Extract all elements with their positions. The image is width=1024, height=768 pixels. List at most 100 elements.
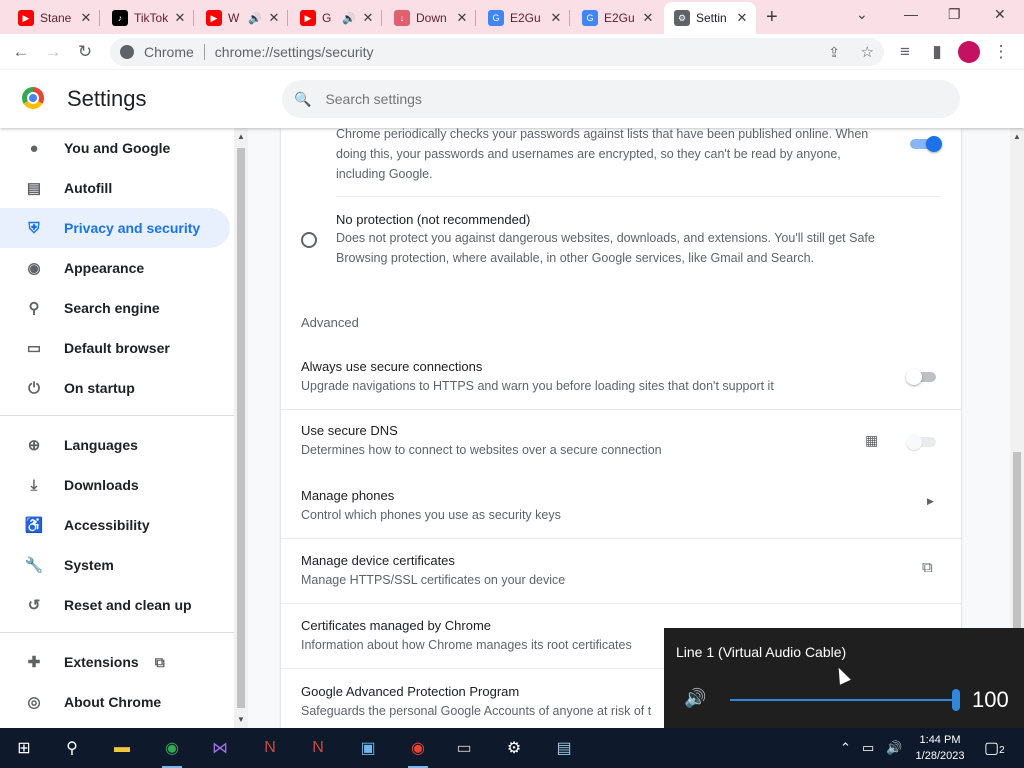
network-icon[interactable]: ▭ bbox=[862, 740, 874, 756]
new-tab-button[interactable]: + bbox=[766, 6, 778, 29]
scroll-up-icon[interactable]: ▲ bbox=[237, 132, 245, 141]
chevron-up-icon[interactable]: ⌃ bbox=[840, 740, 851, 756]
manage-certificates-row[interactable]: Manage device certificates Manage HTTPS/… bbox=[281, 539, 961, 603]
volume-slider[interactable] bbox=[730, 699, 960, 701]
scrollbar-thumb[interactable] bbox=[1013, 452, 1021, 632]
youtube-icon: ▶ bbox=[206, 10, 222, 26]
app-n-icon[interactable]: N bbox=[258, 736, 282, 760]
section-heading: Advanced bbox=[301, 315, 359, 330]
sidebar-item-privacy-and-security[interactable]: ⛨ Privacy and security bbox=[0, 208, 230, 248]
tab[interactable]: ▶ G 🔊 ✕ bbox=[290, 2, 382, 34]
audio-icon[interactable]: 🔊 bbox=[342, 12, 356, 25]
tab[interactable]: ↓ Down ✕ bbox=[384, 2, 476, 34]
tab[interactable]: ▶ W 🔊 ✕ bbox=[196, 2, 288, 34]
password-check-toggle[interactable] bbox=[910, 136, 942, 152]
app-n-icon[interactable]: N bbox=[306, 736, 330, 760]
menu-icon[interactable]: ⋮ bbox=[990, 41, 1012, 63]
sidebar-item-languages[interactable]: ⊕ Languages bbox=[0, 425, 230, 465]
tiktok-icon: ♪ bbox=[112, 10, 128, 26]
scroll-up-icon[interactable]: ▲ bbox=[1013, 132, 1021, 141]
close-icon[interactable]: ✕ bbox=[266, 10, 282, 26]
secure-dns-row[interactable]: Use secure DNS Determines how to connect… bbox=[281, 410, 961, 474]
tab-search-icon[interactable]: ⌄ bbox=[856, 6, 868, 23]
close-icon[interactable]: ✕ bbox=[454, 10, 470, 26]
sidebar-item-search-engine[interactable]: ⚲ Search engine bbox=[0, 288, 230, 328]
close-icon[interactable]: ✕ bbox=[360, 10, 376, 26]
row-title: Certificates managed by Chrome bbox=[301, 618, 492, 633]
sidebar-scrollbar[interactable]: ▲ ▼ bbox=[234, 128, 248, 728]
sidebar-item-accessibility[interactable]: ♿ Accessibility bbox=[0, 505, 230, 545]
audio-icon[interactable]: 🔊 bbox=[248, 12, 262, 25]
share-icon[interactable]: ⇪ bbox=[828, 44, 840, 61]
avatar[interactable] bbox=[958, 41, 980, 63]
secure-connections-toggle[interactable] bbox=[906, 369, 938, 385]
chrome-icon[interactable]: ◉ bbox=[160, 736, 184, 768]
media-control-icon[interactable]: ≡ bbox=[894, 41, 916, 63]
tab[interactable]: G E2Gu ✕ bbox=[572, 2, 662, 34]
url-text[interactable]: chrome://settings/security bbox=[215, 44, 374, 60]
sidebar-item-on-startup[interactable]: ⏻ On startup bbox=[0, 368, 230, 408]
no-protection-radio[interactable] bbox=[301, 232, 317, 248]
file-explorer-icon[interactable]: ▬ bbox=[110, 736, 134, 760]
app-window-icon[interactable]: ▤ bbox=[552, 736, 576, 760]
back-button[interactable]: ← bbox=[10, 41, 32, 63]
sidebar-item-system[interactable]: 🔧 System bbox=[0, 545, 230, 585]
forward-button[interactable]: → bbox=[42, 41, 64, 63]
close-icon[interactable]: ✕ bbox=[78, 10, 94, 26]
arrow-right-icon[interactable]: ▶ bbox=[927, 496, 934, 507]
search-box[interactable]: 🔍 bbox=[282, 80, 960, 118]
minimize-button[interactable]: — bbox=[904, 6, 918, 22]
sidebar-item-default-browser[interactable]: ▭ Default browser bbox=[0, 328, 230, 368]
audio-device-name[interactable]: Line 1 (Virtual Audio Cable) bbox=[676, 644, 846, 660]
no-protection-row[interactable]: No protection (not recommended) Does not… bbox=[281, 208, 961, 278]
volume-icon[interactable]: 🔊 bbox=[886, 740, 902, 756]
manage-phones-row[interactable]: Manage phones Control which phones you u… bbox=[281, 474, 961, 538]
sidebar-item-label: Languages bbox=[64, 437, 138, 453]
tab[interactable]: G E2Gu ✕ bbox=[478, 2, 570, 34]
close-window-button[interactable]: ✕ bbox=[994, 6, 1006, 23]
scroll-down-icon[interactable]: ▼ bbox=[237, 715, 245, 724]
sidebar-item-you-and-google[interactable]: ● You and Google bbox=[0, 128, 230, 168]
download-icon: ⤓ bbox=[30, 476, 38, 494]
search-icon[interactable]: ⚲ bbox=[60, 736, 84, 760]
secure-dns-toggle[interactable] bbox=[906, 434, 938, 450]
close-icon[interactable]: ✕ bbox=[172, 10, 188, 26]
sidebar-item-extensions[interactable]: ✚ Extensions ⧉ bbox=[0, 642, 230, 682]
tab-active[interactable]: ⚙ Settin ✕ bbox=[664, 2, 756, 34]
tab-title: G bbox=[322, 11, 332, 25]
secure-connections-row[interactable]: Always use secure connections Upgrade na… bbox=[281, 346, 961, 410]
sidebar-item-appearance[interactable]: ◉ Appearance bbox=[0, 248, 230, 288]
sidebar-item-about-chrome[interactable]: ◎ About Chrome bbox=[0, 682, 230, 722]
taskbar-clock[interactable]: 1:44 PM 1/28/2023 bbox=[910, 732, 970, 764]
volume-slider-thumb[interactable] bbox=[952, 689, 960, 711]
settings-gear-icon[interactable]: ⚙ bbox=[502, 736, 526, 760]
chrome-logo-icon bbox=[22, 87, 44, 109]
sidebar-item-downloads[interactable]: ⤓ Downloads bbox=[0, 465, 230, 505]
sidebar-item-label: Reset and clean up bbox=[64, 597, 192, 613]
tab[interactable]: ♪ TikTok ✕ bbox=[102, 2, 194, 34]
address-bar[interactable]: Chrome chrome://settings/security ⇪ ☆ bbox=[110, 38, 884, 66]
taskbar: ⊞ ⚲ ▬ ◉ ⋈ N N ▣ ◉ ▭ ⚙ ▤ ⌃ ▭ 🔊 1:44 PM 1/… bbox=[0, 728, 1024, 768]
tab[interactable]: ▶ Stane ✕ bbox=[8, 2, 100, 34]
close-icon[interactable]: ✕ bbox=[548, 10, 564, 26]
tab-title: Stane bbox=[40, 11, 72, 25]
notification-center-icon[interactable]: ▢2 bbox=[984, 738, 1005, 758]
tab-title: E2Gu bbox=[604, 11, 635, 25]
open-in-new-icon[interactable]: ⧉ bbox=[922, 559, 933, 576]
terminal-icon[interactable]: ▭ bbox=[452, 736, 476, 760]
sidebar-item-autofill[interactable]: ▤ Autofill bbox=[0, 168, 230, 208]
side-panel-icon[interactable]: ▮ bbox=[926, 41, 948, 63]
speaker-icon[interactable]: 🔊 bbox=[684, 688, 706, 709]
restore-button[interactable]: ❐ bbox=[948, 6, 961, 23]
visual-studio-icon[interactable]: ⋈ bbox=[208, 736, 232, 760]
sidebar-item-reset-and-clean-up[interactable]: ↺ Reset and clean up bbox=[0, 585, 230, 625]
bookmark-star-icon[interactable]: ☆ bbox=[861, 43, 874, 61]
reload-button[interactable]: ↻ bbox=[74, 41, 96, 63]
close-icon[interactable]: ✕ bbox=[640, 10, 656, 26]
chrome-icon[interactable]: ◉ bbox=[406, 736, 430, 768]
close-icon[interactable]: ✕ bbox=[734, 10, 750, 26]
search-input[interactable] bbox=[325, 91, 826, 107]
app-window-icon[interactable]: ▣ bbox=[356, 736, 380, 760]
scrollbar-thumb[interactable] bbox=[237, 148, 245, 708]
windows-start-icon[interactable]: ⊞ bbox=[12, 736, 36, 760]
